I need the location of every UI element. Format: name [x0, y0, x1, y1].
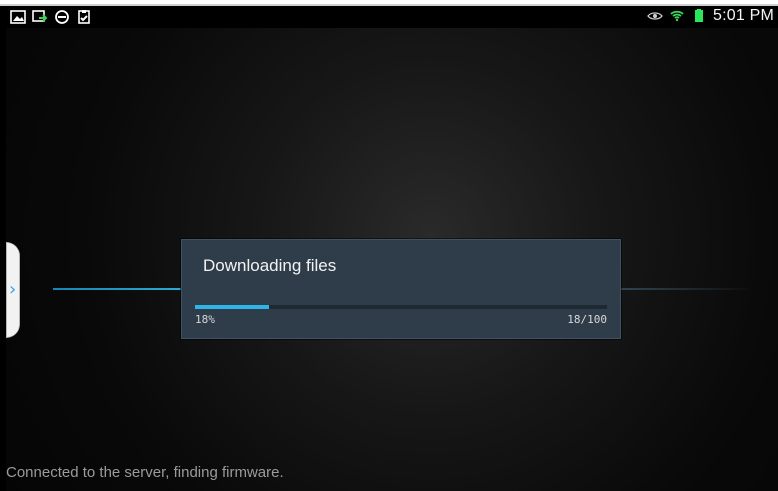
screen-frame: 5:01 PM › Downloading files 18% 18/100 C…: [0, 0, 778, 491]
screen-mirroring-icon: [32, 9, 48, 25]
app-screen: › Downloading files 18% 18/100 Connected…: [6, 28, 778, 491]
side-drawer-tab[interactable]: ›: [6, 242, 20, 338]
status-left-icons: [10, 9, 92, 25]
download-progress-dialog: Downloading files 18% 18/100: [181, 239, 621, 339]
progress-fill: [195, 305, 270, 309]
background-progress-line-left: [53, 288, 181, 290]
progress-bar: [195, 305, 607, 309]
wifi-icon: [669, 8, 685, 24]
status-right-icons: 5:01 PM: [647, 7, 774, 25]
status-time: 5:01 PM: [713, 7, 774, 24]
gallery-icon: [10, 9, 26, 25]
clipboard-check-icon: [76, 9, 92, 25]
status-message: Connected to the server, finding firmwar…: [6, 464, 284, 481]
dialog-title: Downloading files: [203, 256, 337, 275]
do-not-disturb-icon: [54, 9, 70, 25]
eye-icon: [647, 8, 663, 24]
status-bar: 5:01 PM: [6, 6, 778, 28]
progress-percent: 18%: [195, 313, 215, 326]
progress-count: 18/100: [567, 313, 607, 326]
battery-icon: [691, 8, 707, 24]
chevron-right-icon: ›: [9, 279, 17, 300]
background-progress-line-right: [619, 288, 748, 290]
